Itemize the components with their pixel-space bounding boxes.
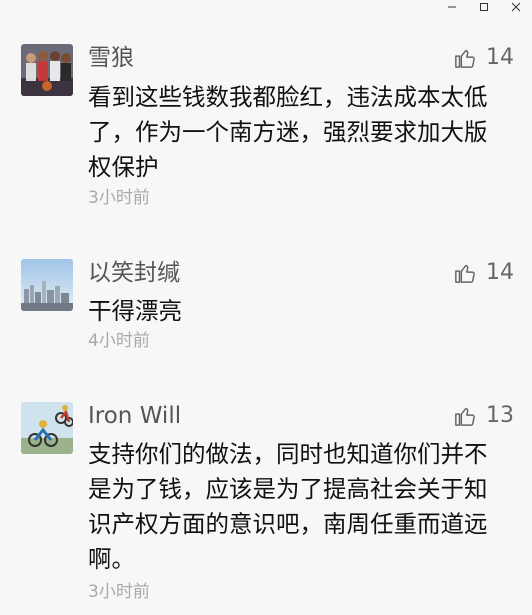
avatar-image xyxy=(21,44,73,96)
thumbs-up-icon xyxy=(455,264,475,283)
close-button[interactable] xyxy=(500,0,532,14)
comment-text: 支持你们的做法，同时也知道你们并不是为了钱，应该是为了提高社会关于知识产权方面的… xyxy=(88,440,488,573)
comment-author[interactable]: Iron Will xyxy=(88,405,181,428)
thumbs-up-icon xyxy=(455,407,475,426)
comment-time: 3小时前 xyxy=(88,188,150,208)
comment-text: 干得漂亮 xyxy=(88,297,182,325)
avatar-image xyxy=(21,259,73,311)
like-button[interactable]: 14 xyxy=(454,47,514,69)
maximize-icon xyxy=(480,3,488,11)
minimize-icon xyxy=(448,6,456,8)
avatar[interactable] xyxy=(21,259,73,311)
comment-text: 看到这些钱数我都脸红，违法成本太低了，作为一个南方迷，强烈要求加大版权保护 xyxy=(88,83,488,181)
maximize-button[interactable] xyxy=(468,0,500,14)
comment-author[interactable]: 雪狼 xyxy=(88,47,134,70)
like-count: 14 xyxy=(486,260,514,285)
comment-time: 4小时前 xyxy=(88,331,150,351)
like-button[interactable]: 14 xyxy=(454,262,514,284)
thumbs-up-icon xyxy=(455,49,475,68)
avatar[interactable] xyxy=(21,402,73,454)
comment-time: 3小时前 xyxy=(88,582,150,602)
comment-author[interactable]: 以笑封缄 xyxy=(88,262,180,285)
like-button[interactable]: 13 xyxy=(454,405,514,427)
like-count: 13 xyxy=(486,403,514,428)
close-icon xyxy=(511,2,521,12)
minimize-button[interactable] xyxy=(436,0,468,14)
window-controls xyxy=(436,0,532,14)
avatar-image xyxy=(21,402,73,454)
avatar[interactable] xyxy=(21,44,73,96)
like-count: 14 xyxy=(486,45,514,70)
